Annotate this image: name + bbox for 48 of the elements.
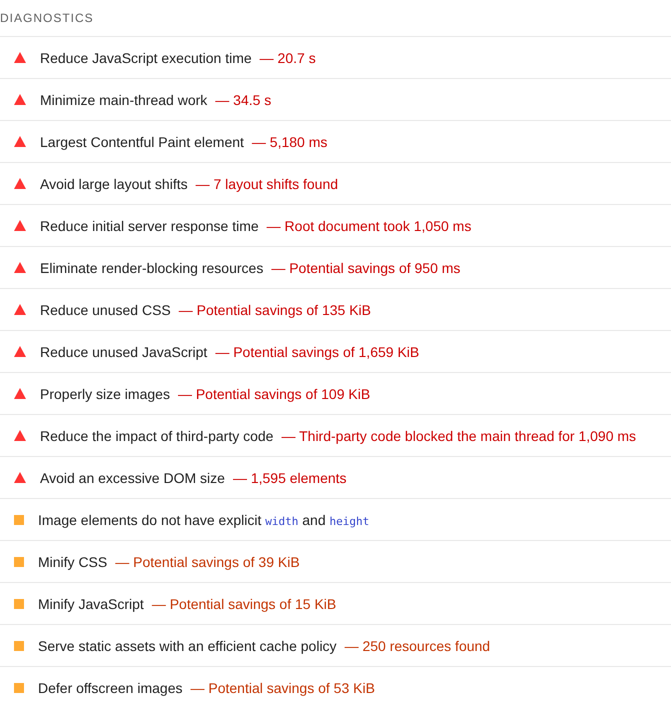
square-icon	[14, 640, 24, 650]
audit-title[interactable]: Avoid an excessive DOM size	[40, 470, 225, 486]
audit-title[interactable]: Minify CSS	[38, 554, 108, 570]
square-icon	[14, 598, 24, 608]
audit-title[interactable]: Minimize main-thread work	[40, 92, 208, 108]
warning-triangle-icon	[14, 220, 26, 231]
warning-triangle-icon	[14, 94, 26, 105]
audit-value: — Potential savings of 950 ms	[271, 260, 460, 276]
square-icon	[14, 556, 24, 566]
square-icon	[14, 682, 24, 692]
audit-value: — 250 resources found	[344, 638, 490, 654]
audit-value: — Potential savings of 109 KiB	[178, 386, 370, 402]
audit-value: — 7 layout shifts found	[196, 176, 338, 192]
square-icon	[14, 514, 24, 524]
audit-title[interactable]: Image elements do not have explicit width and height	[38, 512, 370, 528]
audit-value: — Third-party code blocked the main thread for 1,090 ms	[281, 428, 636, 444]
audit-title[interactable]: Defer offscreen images	[38, 680, 182, 696]
warning-triangle-icon	[14, 262, 26, 273]
audit-title[interactable]: Serve static assets with an efficient cache policy	[38, 638, 337, 654]
warning-triangle-icon	[14, 388, 26, 399]
audit-title[interactable]: Reduce unused CSS	[40, 302, 171, 318]
audit-title[interactable]: Reduce initial server response time	[40, 218, 259, 234]
audit-value: — Potential savings of 1,659 KiB	[215, 344, 420, 360]
section-title: DIAGNOSTICS	[0, 0, 671, 37]
warning-triangle-icon	[14, 178, 26, 189]
warning-triangle-icon	[14, 472, 26, 483]
audit-title[interactable]: Reduce the impact of third-party code	[40, 428, 274, 444]
warning-triangle-icon	[14, 136, 26, 147]
audit-value: — 34.5 s	[215, 92, 272, 108]
audit-title[interactable]: Reduce unused JavaScript	[40, 344, 208, 360]
audit-value: — 1,595 elements	[232, 470, 347, 486]
audit-title[interactable]: Eliminate render-blocking resources	[40, 260, 264, 276]
audit-title[interactable]: Largest Contentful Paint element	[40, 134, 244, 150]
audit-value: — Potential savings of 39 KiB	[115, 554, 300, 570]
audit-value: — 20.7 s	[260, 50, 316, 66]
audit-title[interactable]: Reduce JavaScript execution time	[40, 50, 252, 66]
warning-triangle-icon	[14, 346, 26, 357]
audit-value: — Potential savings of 135 KiB	[178, 302, 371, 318]
audit-title[interactable]: Properly size images	[40, 386, 170, 402]
audit-title[interactable]: Minify JavaScript	[38, 596, 144, 612]
warning-triangle-icon	[14, 304, 26, 315]
audit-title[interactable]: Avoid large layout shifts	[40, 176, 188, 192]
audit-value: — 5,180 ms	[252, 134, 328, 150]
audit-value: — Potential savings of 15 KiB	[152, 596, 336, 612]
audit-value: — Potential savings of 53 KiB	[190, 680, 375, 696]
warning-triangle-icon	[14, 430, 26, 441]
audit-value: — Root document took 1,050 ms	[266, 218, 472, 234]
warning-triangle-icon	[14, 52, 26, 63]
